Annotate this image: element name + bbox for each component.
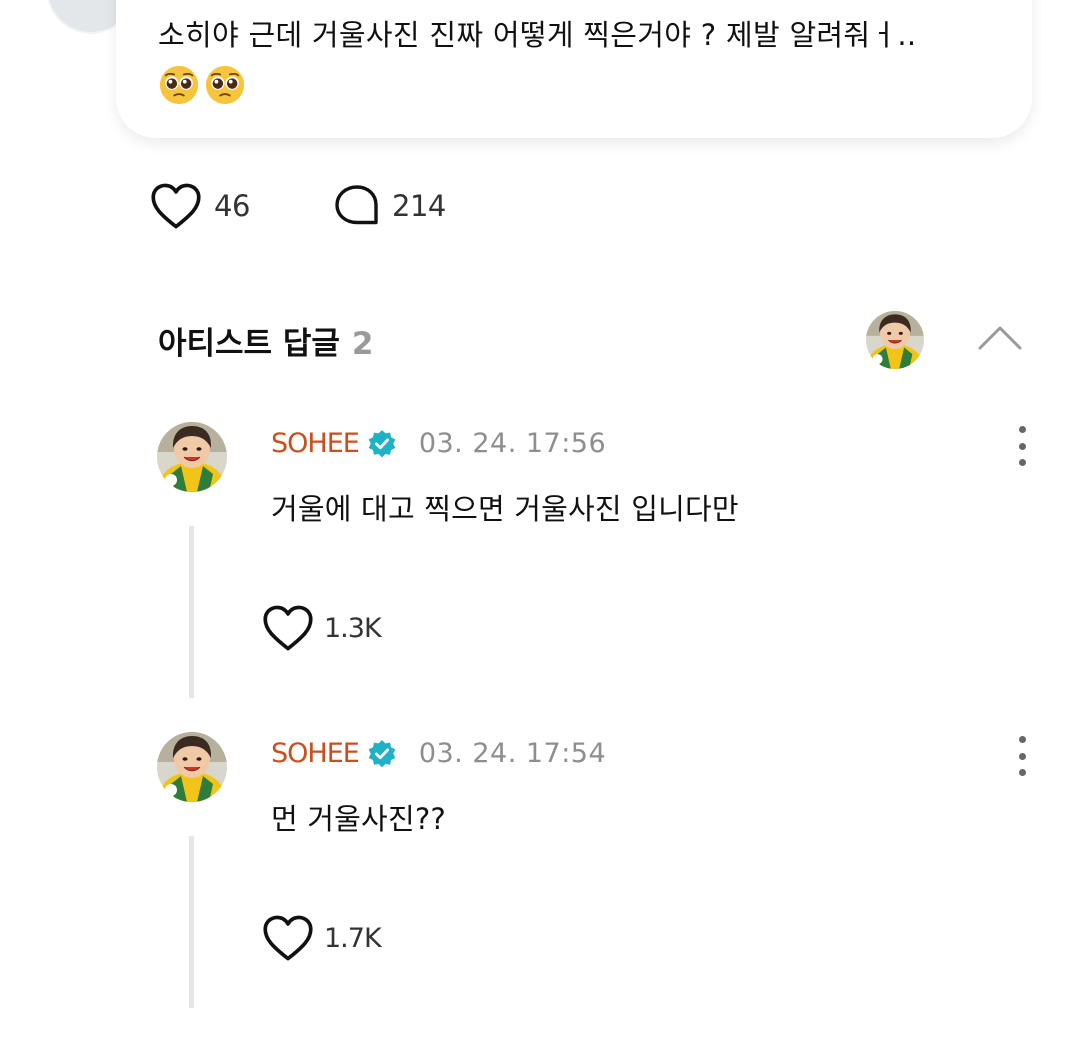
- artist-replies-header: 아티스트 답글 2: [158, 318, 374, 363]
- heart-icon: [262, 604, 314, 652]
- heart-icon: [262, 914, 314, 962]
- reply-timestamp: 03. 24. 17:56: [418, 428, 607, 459]
- chevron-up-icon[interactable]: [976, 322, 1024, 352]
- heart-icon: [150, 182, 202, 230]
- reply-like-button[interactable]: 1.3K: [262, 604, 382, 652]
- reply-text: 먼 거울사진??: [271, 802, 447, 836]
- reply-avatar[interactable]: [157, 422, 227, 492]
- comment-button[interactable]: 214: [334, 184, 446, 228]
- reply-header: SOHEE 03. 24. 17:54: [271, 738, 606, 769]
- reply-text: 거울에 대고 찍으면 거울사진 입니다만: [271, 492, 739, 526]
- like-count: 46: [214, 189, 250, 223]
- pleading-face-icon: [205, 65, 245, 105]
- reply-like-button[interactable]: 1.7K: [262, 914, 382, 962]
- more-options-icon[interactable]: [1012, 736, 1032, 776]
- artist-avatar[interactable]: [866, 311, 924, 369]
- thread-line: [189, 836, 194, 1008]
- reply-author[interactable]: SOHEE: [271, 738, 360, 769]
- thread-line: [189, 526, 194, 698]
- reply-like-count: 1.3K: [324, 612, 382, 644]
- comment-text: 소히야 근데 거울사진 진짜 어떻게 찍은거야 ? 제발 알려줘ㅓ..: [158, 18, 917, 52]
- reply-count: 2: [351, 326, 374, 362]
- reply-header: SOHEE 03. 24. 17:56: [271, 428, 606, 459]
- speech-bubble-icon: [335, 185, 378, 225]
- reply-author[interactable]: SOHEE: [271, 428, 360, 459]
- verified-badge-icon: [367, 429, 397, 459]
- more-options-icon[interactable]: [1012, 426, 1032, 466]
- verified-badge-icon: [367, 739, 397, 769]
- section-title: 아티스트 답글: [158, 326, 340, 362]
- emoji-row: [158, 64, 246, 108]
- reply-timestamp: 03. 24. 17:54: [418, 738, 607, 769]
- reply-like-count: 1.7K: [324, 922, 382, 954]
- reply-avatar[interactable]: [157, 732, 227, 802]
- like-button[interactable]: 46: [150, 182, 250, 230]
- pleading-face-icon: [159, 65, 199, 105]
- comment-count: 214: [392, 189, 446, 223]
